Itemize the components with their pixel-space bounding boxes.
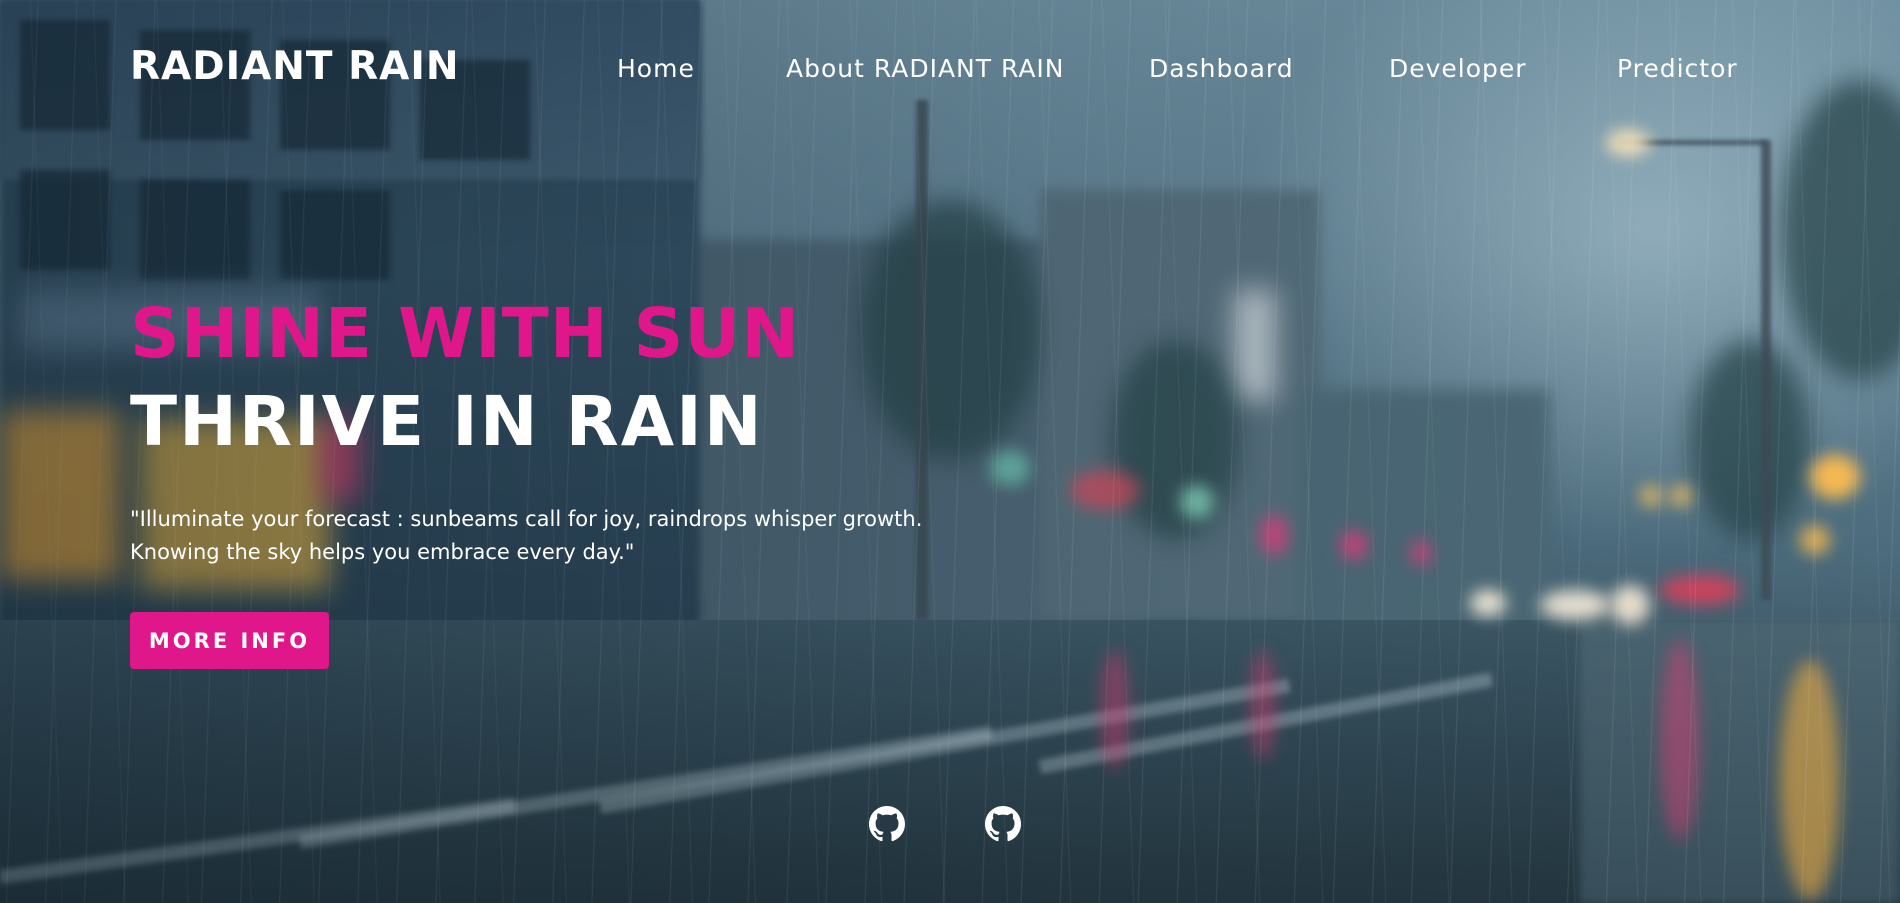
hero-quote-line-2: Knowing the sky helps you embrace every … (130, 540, 635, 564)
nav-home[interactable]: Home (617, 54, 695, 83)
github-icon[interactable] (869, 806, 905, 842)
nav-about[interactable]: About RADIANT RAIN (786, 54, 1065, 83)
hero-headline-accent: SHINE WITH SUN (130, 294, 801, 374)
nav-predictor[interactable]: Predictor (1617, 54, 1738, 83)
hero-headline-main: THRIVE IN RAIN (130, 382, 764, 462)
hero-quote-line-1: "Illuminate your forecast : sunbeams cal… (130, 507, 923, 531)
hero-headline: SHINE WITH SUN THRIVE IN RAIN (130, 290, 1030, 466)
github-icon[interactable] (985, 806, 1021, 842)
more-info-button[interactable]: MORE INFO (130, 612, 329, 669)
nav-dashboard[interactable]: Dashboard (1149, 54, 1294, 83)
nav-developer[interactable]: Developer (1389, 54, 1527, 83)
main-nav: Home About RADIANT RAIN Dashboard Develo… (0, 54, 1900, 90)
site-header: RADIANT RAIN Home About RADIANT RAIN Das… (0, 0, 1900, 140)
hero-quote: "Illuminate your forecast : sunbeams cal… (130, 503, 1010, 569)
